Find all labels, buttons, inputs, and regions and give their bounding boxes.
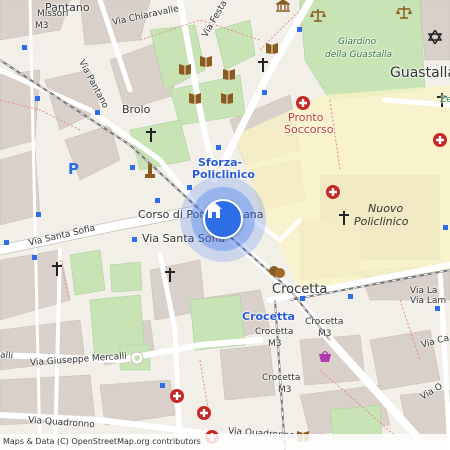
church-icon — [52, 262, 62, 276]
church-icon — [146, 128, 156, 142]
hospital-cross-icon — [296, 96, 310, 110]
map-attribution: Maps & Data (C) OpenStreetMap.org contri… — [0, 434, 450, 450]
metro-station-label: Sforza- — [198, 156, 243, 169]
street-label: Via Lam — [410, 296, 447, 306]
church-icon — [165, 268, 175, 282]
book-icon — [200, 56, 212, 67]
station-label: Crocetta — [255, 327, 294, 337]
church-icon — [258, 58, 268, 72]
place-label: Brolo — [122, 103, 151, 116]
poi-label: Soccorso — [284, 123, 334, 136]
hospital-cross-icon — [170, 389, 184, 403]
scales-icon — [396, 6, 412, 19]
station-label: Missori — [37, 9, 69, 19]
park-label: della Guastalla — [325, 50, 393, 60]
map-view[interactable]: P Pantano Via Chiaravalle Via Festa Via … — [0, 0, 450, 450]
place-label: Crocetta — [272, 282, 328, 297]
book-icon — [189, 93, 201, 104]
station-label: M3 — [268, 339, 282, 349]
star-of-david-icon — [428, 30, 442, 44]
hospital-cross-icon — [197, 406, 211, 420]
home-location-button[interactable] — [203, 199, 243, 239]
street-label: Via La — [410, 286, 438, 296]
home-icon — [206, 202, 222, 218]
shopping-basket-icon — [319, 351, 331, 362]
hospital-cross-icon — [433, 133, 447, 147]
poi-label: Pronto — [288, 111, 324, 124]
book-icon — [223, 69, 235, 80]
station-label: M3 — [318, 329, 332, 339]
scales-icon — [310, 9, 326, 22]
park-label: Ze — [440, 95, 450, 105]
station-label: M3 — [278, 385, 292, 395]
theatre-icon — [269, 266, 285, 278]
station-label: Crocetta — [262, 373, 301, 383]
station-label: M3 — [35, 21, 49, 31]
poi-label: Policlinico — [354, 215, 409, 228]
book-icon — [221, 93, 233, 104]
monument-icon — [145, 164, 155, 178]
park-label: Giardino — [338, 37, 377, 47]
street-label: alli — [0, 350, 14, 362]
church-icon — [339, 211, 349, 225]
landmark-icon — [276, 0, 290, 12]
book-icon — [179, 64, 191, 75]
parking-icon: P — [68, 160, 79, 178]
hospital-cross-icon — [326, 185, 340, 199]
place-label: Guastalla — [390, 65, 450, 81]
book-icon — [266, 43, 278, 54]
metro-station-label: Crocetta — [242, 310, 295, 323]
station-label: Crocetta — [305, 317, 344, 327]
poi-label: Nuovo — [368, 202, 404, 215]
